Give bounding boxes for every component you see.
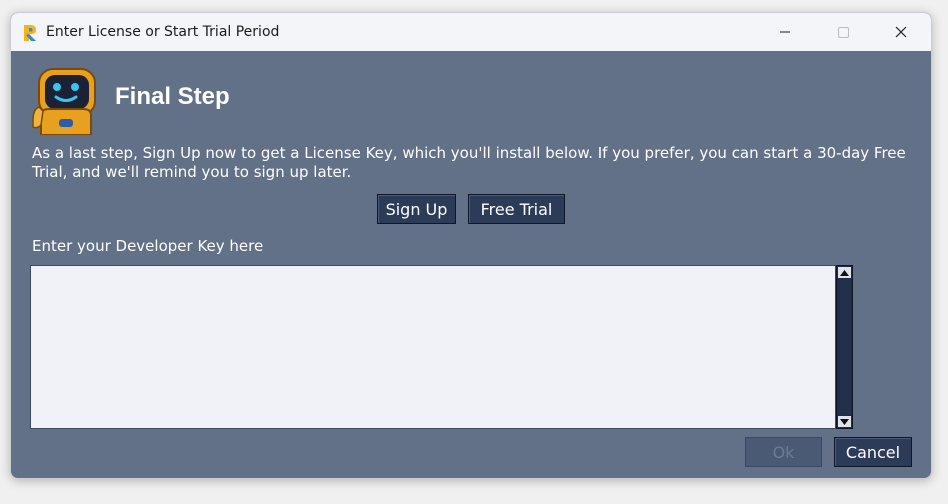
ruby-logo-icon xyxy=(24,25,36,41)
developer-key-label: Enter your Developer Key here xyxy=(32,237,264,255)
arrow-down-icon xyxy=(840,418,849,425)
window-title: Enter License or Start Trial Period xyxy=(46,24,280,40)
title-bar: Enter License or Start Trial Period xyxy=(11,13,931,51)
scroll-up-button[interactable] xyxy=(838,267,851,278)
maximize-button[interactable] xyxy=(814,13,872,51)
maximize-icon xyxy=(837,26,849,38)
robot-mascot-icon xyxy=(32,68,96,135)
key-input-scrollbar[interactable] xyxy=(836,265,853,429)
instructions-text: As a last step, Sign Up now to get a Lic… xyxy=(32,144,906,181)
close-button[interactable] xyxy=(872,13,930,51)
scrollbar-track[interactable] xyxy=(838,279,851,415)
license-dialog: Enter License or Start Trial Period Fina… xyxy=(10,12,932,479)
minimize-button[interactable] xyxy=(756,13,814,51)
developer-key-input[interactable] xyxy=(30,265,836,429)
free-trial-button[interactable]: Free Trial xyxy=(468,194,565,224)
arrow-up-icon xyxy=(840,269,849,276)
page-title: Final Step xyxy=(115,83,230,110)
close-icon xyxy=(895,26,907,38)
scroll-down-button[interactable] xyxy=(838,416,851,427)
sign-up-button[interactable]: Sign Up xyxy=(377,194,456,224)
cancel-button[interactable]: Cancel xyxy=(834,437,912,467)
minimize-icon xyxy=(780,31,790,33)
ok-button[interactable]: Ok xyxy=(745,437,822,467)
